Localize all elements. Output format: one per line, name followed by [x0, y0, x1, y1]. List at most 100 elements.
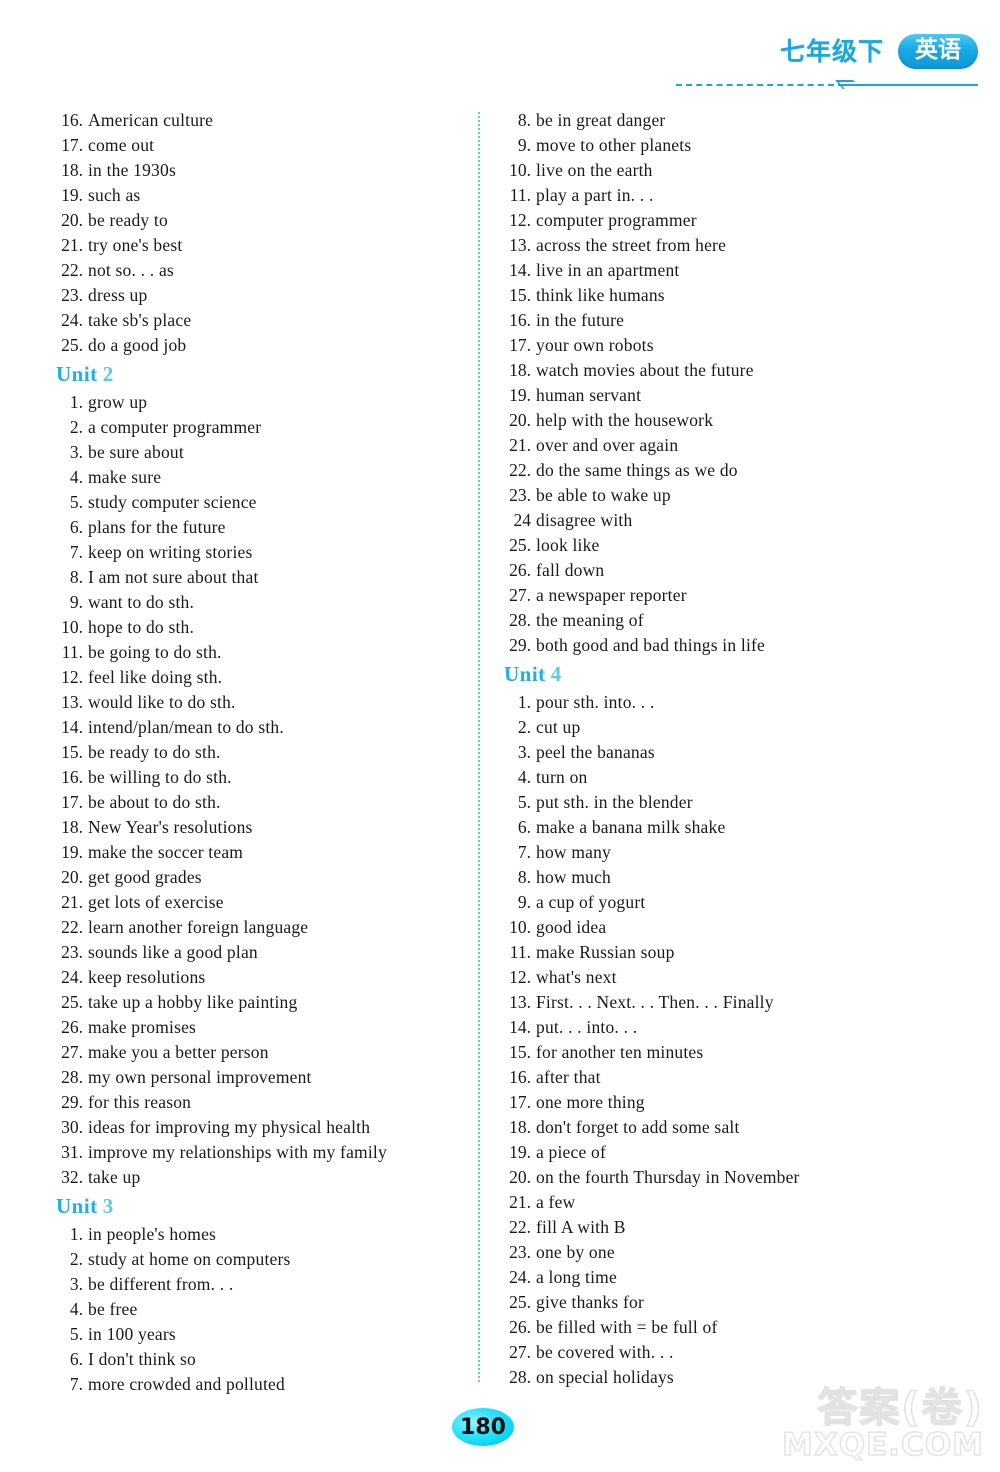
entry-text: be in great danger	[536, 110, 666, 130]
entry-number: 7.	[69, 1374, 83, 1394]
entry-text: be different from. . .	[88, 1274, 234, 1294]
entry-number: 3.	[69, 1274, 83, 1294]
page-number-badge: 180	[452, 1408, 514, 1446]
entry-number: 27.	[509, 585, 531, 605]
entry-number: 13.	[509, 235, 531, 255]
phrase-entry: 4. be free	[56, 1297, 456, 1322]
entry-text: make you a better person	[88, 1042, 269, 1062]
phrase-entry: 1. pour sth. into. . .	[504, 690, 944, 715]
entry-number: 23.	[61, 285, 83, 305]
entry-text: make a banana milk shake	[536, 817, 726, 837]
phrase-entry: 8. how much	[504, 865, 944, 890]
entry-number: 27.	[61, 1042, 83, 1062]
entry-number: 22.	[509, 1217, 531, 1237]
entry-text: be able to wake up	[536, 485, 671, 505]
entry-text: for another ten minutes	[536, 1042, 704, 1062]
entry-text: get lots of exercise	[88, 892, 224, 912]
phrase-entry: 27. make you a better person	[56, 1040, 456, 1065]
phrase-entry: 3. be different from. . .	[56, 1272, 456, 1297]
entry-text: in the 1930s	[88, 160, 176, 180]
phrase-entry: 8. be in great danger	[504, 108, 944, 133]
phrase-entry: 9. move to other planets	[504, 133, 944, 158]
entry-number: 30.	[61, 1117, 83, 1137]
entry-text: for this reason	[88, 1092, 192, 1112]
entry-text: take up a hobby like painting	[88, 992, 298, 1012]
entry-number: 12.	[61, 667, 83, 687]
phrase-entry: 13. across the street from here	[504, 233, 944, 258]
entry-number: 4.	[517, 767, 531, 787]
phrase-entry: 2. cut up	[504, 715, 944, 740]
phrase-entry: 24. a long time	[504, 1265, 944, 1290]
phrase-entry: 23. be able to wake up	[504, 483, 944, 508]
entry-text: after that	[536, 1067, 601, 1087]
entry-number: 12.	[509, 210, 531, 230]
entry-number: 16.	[509, 1067, 531, 1087]
entry-text: make Russian soup	[536, 942, 675, 962]
phrase-entry: 22. not so. . . as	[56, 258, 456, 283]
phrase-entry: 19. such as	[56, 183, 456, 208]
entry-text: give thanks for	[536, 1292, 644, 1312]
unit-heading: Unit 2	[56, 360, 456, 388]
subject-badge: 英语	[898, 34, 978, 69]
phrase-entry: 18. watch movies about the future	[504, 358, 944, 383]
header-rule	[676, 80, 978, 90]
entry-text: try one's best	[88, 235, 183, 255]
phrase-entry: 21. a few	[504, 1190, 944, 1215]
entry-number: 4.	[69, 1299, 83, 1319]
entry-text: more crowded and polluted	[88, 1374, 285, 1394]
entry-text: put sth. in the blender	[536, 792, 693, 812]
phrase-entry: 3. peel the bananas	[504, 740, 944, 765]
phrase-entry: 32. take up	[56, 1165, 456, 1190]
entry-number: 23.	[509, 485, 531, 505]
entry-text: make promises	[88, 1017, 197, 1037]
entry-text: grow up	[88, 392, 148, 412]
entry-number: 21.	[509, 1192, 531, 1212]
entry-number: 16.	[509, 310, 531, 330]
phrase-entry: 11. make Russian soup	[504, 940, 944, 965]
phrase-entry: 6. I don't think so	[56, 1347, 456, 1372]
phrase-entry: 16. after that	[504, 1065, 944, 1090]
entry-text: what's next	[536, 967, 617, 987]
phrase-entry: 16. American culture	[56, 108, 456, 133]
phrase-entry: 10. good idea	[504, 915, 944, 940]
entry-text: watch movies about the future	[536, 360, 754, 380]
entry-text: both good and bad things in life	[536, 635, 766, 655]
entry-number: 26.	[509, 1317, 531, 1337]
entry-text: move to other planets	[536, 135, 692, 155]
entry-text: learn another foreign language	[88, 917, 309, 937]
entry-text: live on the earth	[536, 160, 653, 180]
phrase-entry: 12. what's next	[504, 965, 944, 990]
phrase-entry: 26. make promises	[56, 1015, 456, 1040]
phrase-entry: 6. make a banana milk shake	[504, 815, 944, 840]
entry-number: 1.	[517, 692, 531, 712]
entry-number: 22.	[61, 917, 83, 937]
phrase-entry: 7. more crowded and polluted	[56, 1372, 456, 1397]
entry-text: a newspaper reporter	[536, 585, 687, 605]
entry-number: 8.	[517, 867, 531, 887]
phrase-entry: 25. take up a hobby like painting	[56, 990, 456, 1015]
phrase-entry: 15. for another ten minutes	[504, 1040, 944, 1065]
phrase-entry: 21. try one's best	[56, 233, 456, 258]
entry-text: be willing to do sth.	[88, 767, 232, 787]
entry-number: 10.	[61, 617, 83, 637]
phrase-entry: 28. on special holidays	[504, 1365, 944, 1390]
phrase-entry: 21. over and over again	[504, 433, 944, 458]
phrase-entry: 18. in the 1930s	[56, 158, 456, 183]
phrase-entry: 14. live in an apartment	[504, 258, 944, 283]
entry-text: be about to do sth.	[88, 792, 221, 812]
phrase-entry: 4. turn on	[504, 765, 944, 790]
entry-number: 3.	[517, 742, 531, 762]
entry-text: turn on	[536, 767, 588, 787]
entry-text: do the same things as we do	[536, 460, 738, 480]
phrase-entry: 14. put. . . into. . .	[504, 1015, 944, 1040]
phrase-entry: 14. intend/plan/mean to do sth.	[56, 715, 456, 740]
watermark-site: MXQE.COM	[781, 1427, 984, 1464]
entry-text: in people's homes	[88, 1224, 217, 1244]
entry-text: be covered with. . .	[536, 1342, 674, 1362]
entry-text: one more thing	[536, 1092, 645, 1112]
entry-number: 20.	[509, 410, 531, 430]
entry-text: make the soccer team	[88, 842, 244, 862]
entry-number: 10.	[509, 160, 531, 180]
phrase-entry: 7. how many	[504, 840, 944, 865]
entry-number: 10.	[509, 917, 531, 937]
